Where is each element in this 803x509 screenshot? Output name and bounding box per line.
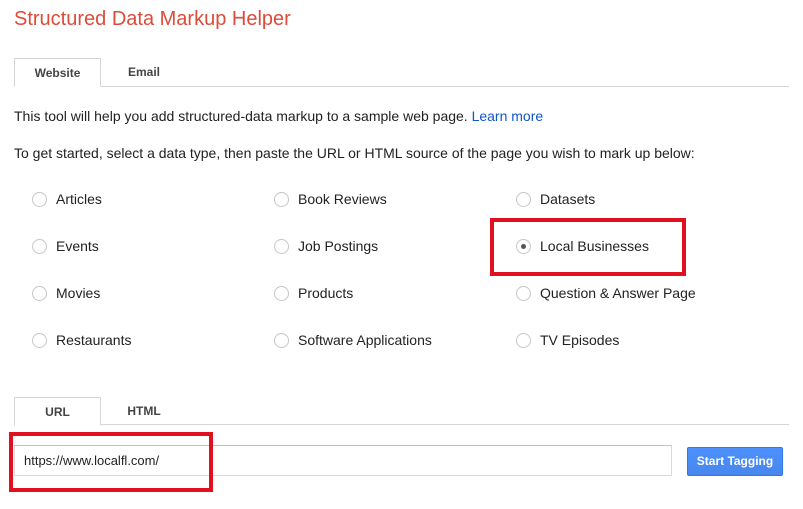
page-title: Structured Data Markup Helper xyxy=(14,8,291,30)
radio-button-selected[interactable] xyxy=(516,238,531,254)
option-label: Movies xyxy=(56,285,101,301)
intro-sentence: This tool will help you add structured-d… xyxy=(14,108,468,124)
option-question-answer-page[interactable]: Question & Answer Page xyxy=(516,283,696,303)
option-label: Job Postings xyxy=(298,238,379,254)
radio-button[interactable] xyxy=(32,191,47,207)
option-label: TV Episodes xyxy=(540,332,620,348)
learn-more-link[interactable]: Learn more xyxy=(472,108,544,124)
source-tab-bar: URL HTML xyxy=(14,397,174,426)
option-book-reviews[interactable]: Book Reviews xyxy=(274,189,387,209)
option-events[interactable]: Events xyxy=(32,236,99,256)
option-local-businesses[interactable]: Local Businesses xyxy=(516,236,649,256)
option-movies[interactable]: Movies xyxy=(32,283,100,303)
option-label: Datasets xyxy=(540,191,596,207)
option-label: Book Reviews xyxy=(298,191,387,207)
option-restaurants[interactable]: Restaurants xyxy=(32,330,131,350)
radio-button[interactable] xyxy=(32,285,47,301)
option-job-postings[interactable]: Job Postings xyxy=(274,236,378,256)
option-products[interactable]: Products xyxy=(274,283,353,303)
option-datasets[interactable]: Datasets xyxy=(516,189,595,209)
instructions-text: To get started, select a data type, then… xyxy=(14,145,695,161)
radio-button[interactable] xyxy=(516,285,531,301)
intro-text: This tool will help you add structured-d… xyxy=(14,108,543,124)
tab-url[interactable]: URL xyxy=(14,397,101,426)
radio-button[interactable] xyxy=(516,332,531,348)
start-tagging-button[interactable]: Start Tagging xyxy=(687,447,783,476)
radio-button[interactable] xyxy=(516,191,531,207)
radio-button[interactable] xyxy=(274,238,289,254)
option-label: Products xyxy=(298,285,354,301)
option-label: Software Applications xyxy=(298,332,432,348)
radio-button[interactable] xyxy=(274,191,289,207)
option-articles[interactable]: Articles xyxy=(32,189,102,209)
radio-button[interactable] xyxy=(274,332,289,348)
option-label: Question & Answer Page xyxy=(540,285,696,301)
option-label: Articles xyxy=(56,191,102,207)
radio-button[interactable] xyxy=(274,285,289,301)
url-input[interactable] xyxy=(14,445,672,476)
option-label: Local Businesses xyxy=(540,238,649,254)
tab-website[interactable]: Website xyxy=(14,58,101,87)
radio-button[interactable] xyxy=(32,332,47,348)
top-tab-bar: Website Email xyxy=(14,58,174,87)
option-label: Events xyxy=(56,238,99,254)
option-software-applications[interactable]: Software Applications xyxy=(274,330,432,350)
option-label: Restaurants xyxy=(56,332,132,348)
option-tv-episodes[interactable]: TV Episodes xyxy=(516,330,619,350)
tab-email[interactable]: Email xyxy=(101,58,187,86)
radio-button[interactable] xyxy=(32,238,47,254)
tab-html[interactable]: HTML xyxy=(101,397,187,425)
